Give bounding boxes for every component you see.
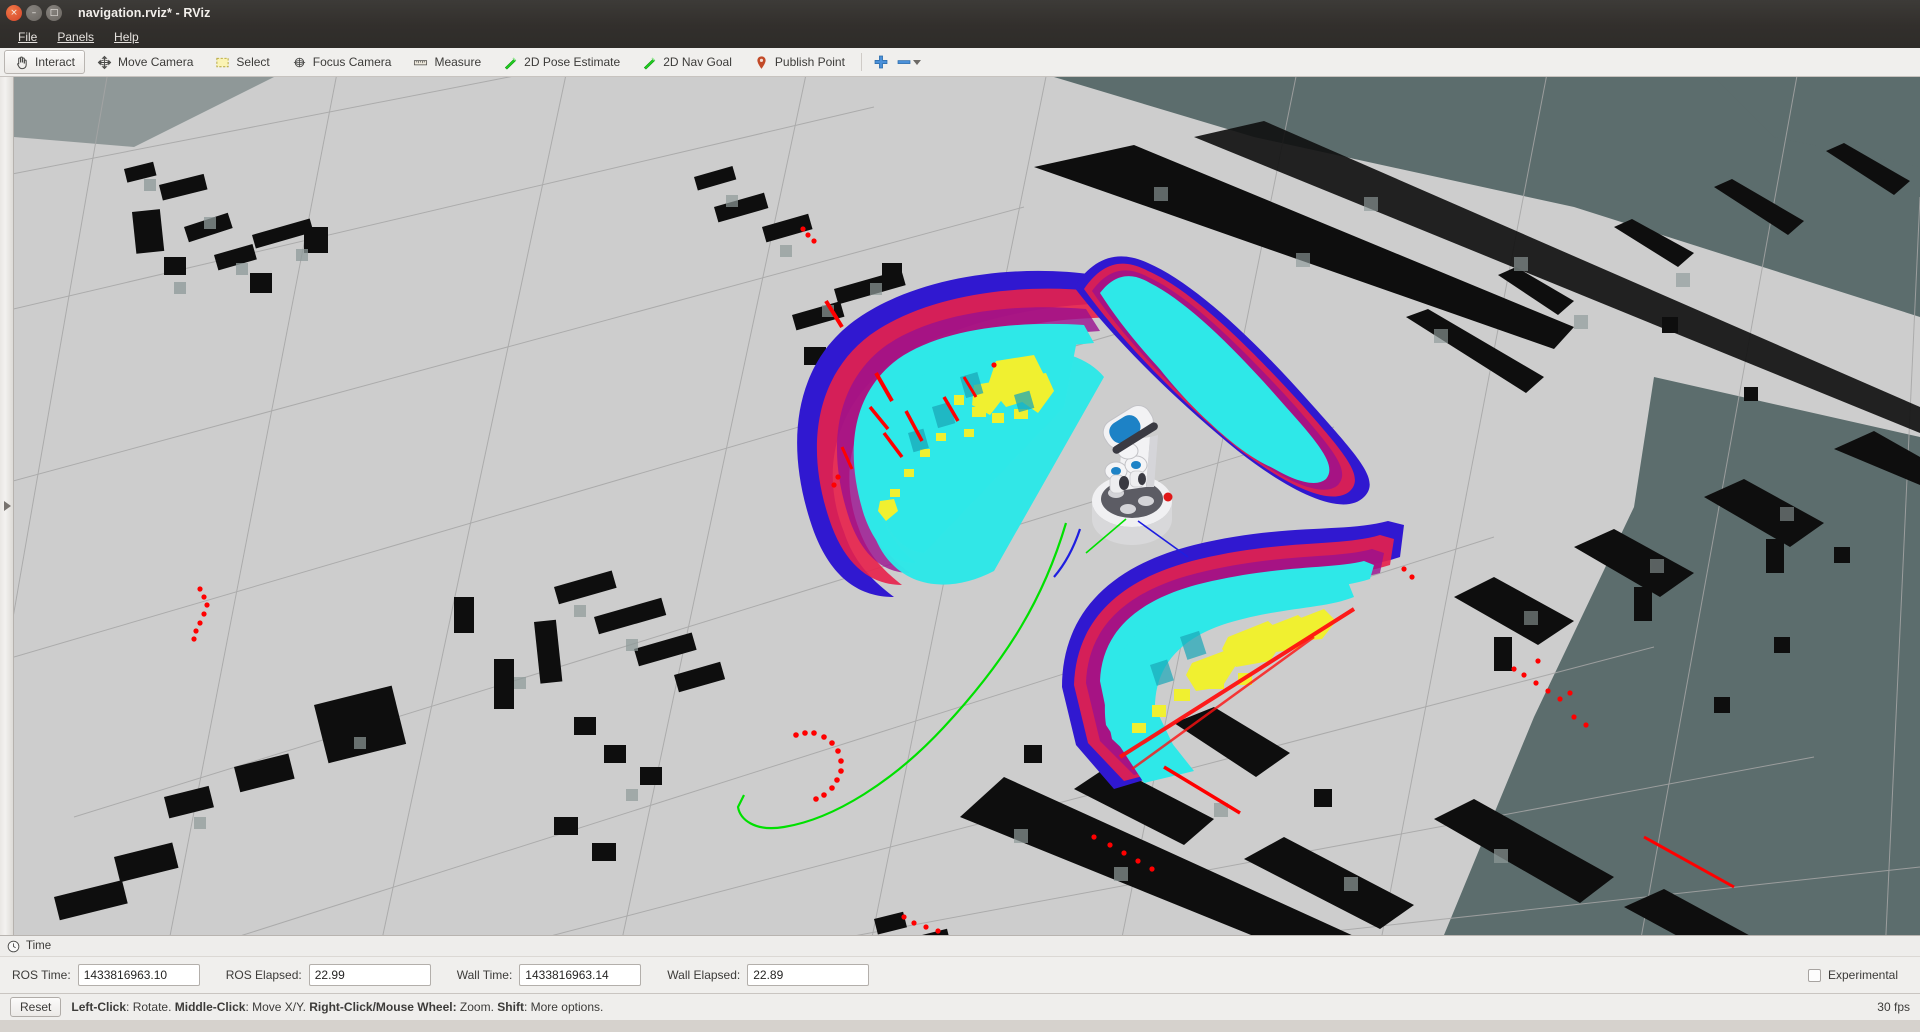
expand-panel-arrow-icon[interactable] [4,501,11,511]
remove-tool-button[interactable] [896,50,922,74]
wall-elapsed-field: Wall Elapsed: 22.89 [667,964,869,986]
tool-publish-point[interactable]: Publish Point [744,50,855,74]
tool-select[interactable]: Select [205,50,279,74]
tool-focus-camera[interactable]: Focus Camera [282,50,402,74]
wall-elapsed-input[interactable]: 22.89 [747,964,869,986]
toolbar-separator [861,53,862,71]
reset-button[interactable]: Reset [10,997,61,1017]
statusbar: Reset Left-Click: Rotate. Middle-Click: … [0,993,1920,1020]
menu-panels-label: Panels [57,30,94,44]
tool-2d-pose-estimate-label: 2D Pose Estimate [524,55,620,69]
map-pin-icon [754,55,769,70]
menubar: File Panels Help [0,26,1920,48]
tool-interact[interactable]: Interact [4,50,85,74]
tool-measure[interactable]: Measure [403,50,491,74]
menu-help[interactable]: Help [104,28,149,46]
menu-panels[interactable]: Panels [47,28,104,46]
tool-interact-label: Interact [35,55,75,69]
tool-measure-label: Measure [434,55,481,69]
tool-2d-pose-estimate[interactable]: 2D Pose Estimate [493,50,630,74]
tool-focus-camera-label: Focus Camera [313,55,392,69]
toolbar: Interact Move Camera Select Focus Camera [0,48,1920,77]
hand-cursor-icon [14,55,29,70]
clock-icon [7,940,20,953]
main-area [0,77,1920,935]
tool-2d-nav-goal[interactable]: 2D Nav Goal [632,50,742,74]
window-titlebar: × – □ navigation.rviz* - RViz [0,0,1920,26]
tool-move-camera[interactable]: Move Camera [87,50,203,74]
goal-arrow-icon [642,55,657,70]
time-fields-row: ROS Time: 1433816963.10 ROS Elapsed: 22.… [0,957,1920,993]
tool-select-label: Select [236,55,269,69]
experimental-checkbox[interactable] [1808,969,1821,982]
left-panel-splitter[interactable] [0,77,14,935]
minus-icon [896,54,912,70]
tool-publish-point-label: Publish Point [775,55,845,69]
wall-elapsed-label: Wall Elapsed: [667,968,740,982]
fps-indicator: 30 fps [1877,1000,1910,1014]
ros-elapsed-label: ROS Elapsed: [226,968,302,982]
chevron-down-icon [913,60,921,65]
menu-file-label: File [18,30,37,44]
rviz-3d-render-view[interactable] [14,77,1920,935]
minimize-icon[interactable]: – [26,5,42,21]
tool-2d-nav-goal-label: 2D Nav Goal [663,55,732,69]
time-panel-header: Time [0,936,1920,957]
wall-time-input[interactable]: 1433816963.14 [519,964,641,986]
ros-time-field: ROS Time: 1433816963.10 [12,964,200,986]
ruler-icon [413,55,428,70]
add-tool-button[interactable] [868,50,894,74]
plus-icon [873,54,889,70]
window-title: navigation.rviz* - RViz [78,6,210,20]
experimental-checkbox-wrap[interactable]: Experimental [1808,968,1908,982]
tool-move-camera-label: Move Camera [118,55,193,69]
move-camera-icon [97,55,112,70]
ros-elapsed-input[interactable]: 22.99 [309,964,431,986]
menu-help-label: Help [114,30,139,44]
time-panel: Time ROS Time: 1433816963.10 ROS Elapsed… [0,935,1920,993]
mouse-hints-text: Left-Click: Rotate. Middle-Click: Move X… [71,1000,603,1014]
wall-time-label: Wall Time: [457,968,513,982]
ros-time-input[interactable]: 1433816963.10 [78,964,200,986]
selection-rect-icon [215,55,230,70]
maximize-icon[interactable]: □ [46,5,62,21]
menu-file[interactable]: File [8,28,47,46]
pose-arrow-icon [503,55,518,70]
scene-render [14,77,1920,935]
close-icon[interactable]: × [6,5,22,21]
wall-time-field: Wall Time: 1433816963.14 [457,964,642,986]
focus-camera-icon [292,55,307,70]
ros-elapsed-field: ROS Elapsed: 22.99 [226,964,431,986]
experimental-label: Experimental [1828,968,1898,982]
ros-time-label: ROS Time: [12,968,71,982]
time-panel-title: Time [26,940,51,952]
window-controls: × – □ [0,5,62,21]
